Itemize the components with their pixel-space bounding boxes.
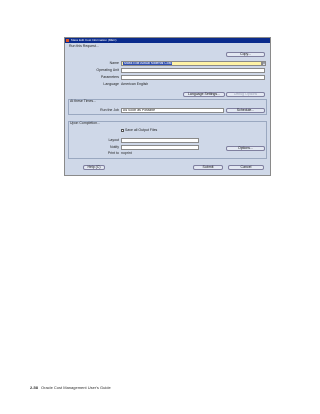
parameters-field[interactable] — [121, 75, 265, 80]
language-value: American English — [121, 82, 149, 86]
page-footer: 2-58 Oracle Cost Management User's Guide — [30, 385, 111, 390]
help-button[interactable]: Help (C) — [83, 165, 105, 170]
schedule-button[interactable]: Schedule... — [226, 108, 265, 113]
page-number: 2-58 — [30, 385, 39, 390]
layout-label: Layout — [108, 138, 119, 142]
cancel-button[interactable]: Cancel — [228, 165, 264, 170]
request-window: Mass Edit Cost Information (MEC) Run thi… — [64, 37, 271, 176]
name-lov-icon[interactable]: ▾ — [262, 61, 266, 66]
operating-unit-label: Operating Unit — [96, 68, 119, 72]
name-value: Mass Edit Actual Material Cost — [123, 61, 173, 65]
notify-field[interactable] — [121, 145, 199, 150]
name-label: Name — [109, 61, 119, 65]
window-titlebar[interactable]: Mass Edit Cost Information (MEC) — [65, 38, 270, 43]
save-output-label: Save all Output Files — [125, 128, 158, 132]
language-settings-button[interactable]: Language Settings... — [183, 92, 225, 97]
print-to-value: noprint — [121, 151, 132, 155]
run-job-label: Run the Job — [100, 108, 119, 112]
options-button[interactable]: Options... — [226, 146, 265, 151]
layout-field[interactable] — [121, 138, 199, 143]
print-to-label: Print to — [107, 151, 119, 155]
copy-button[interactable]: Copy... — [226, 52, 265, 57]
save-output-checkbox[interactable] — [121, 129, 124, 132]
section-times-label: At these Times... — [70, 99, 97, 103]
operating-unit-field[interactable] — [121, 68, 265, 73]
guide-title: Oracle Cost Management User's Guide — [41, 385, 111, 390]
parameters-label: Parameters — [100, 75, 119, 79]
notify-label: Notify — [110, 145, 119, 149]
debug-options-button: Debug Options — [226, 92, 265, 97]
section-run-label: Run this Request... — [69, 44, 99, 48]
run-job-field[interactable]: As Soon as Possible — [121, 108, 224, 113]
language-label: Language — [103, 82, 119, 86]
app-icon — [66, 39, 69, 42]
name-field[interactable]: Mass Edit Actual Material Cost — [121, 61, 262, 66]
window-title: Mass Edit Cost Information (MEC) — [71, 38, 117, 42]
section-completion-label: Upon Completion... — [70, 121, 100, 125]
submit-button[interactable]: Submit — [193, 165, 223, 170]
